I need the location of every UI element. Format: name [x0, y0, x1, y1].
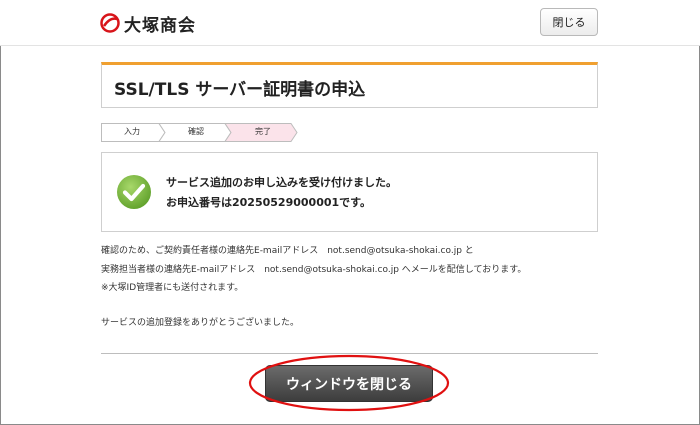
- completion-line-1: サービス追加のお申し込みを受け付けました。: [166, 176, 397, 189]
- info-line-2: 実務担当者様の連絡先E-mailアドレス not.send@otsuka-sho…: [101, 265, 527, 275]
- company-logo: 大塚商会: [100, 11, 196, 36]
- step-label-complete: 完了: [255, 127, 271, 136]
- page-header: 大塚商会 閉じる: [0, 0, 700, 46]
- info-line-3: ※大塚ID管理者にも送付されます。: [101, 283, 244, 293]
- completion-message-box: サービス追加のお申し込みを受け付けました。 お申込番号は202505290000…: [101, 152, 598, 232]
- info-line-4: サービスの追加登録をありがとうございました。: [101, 318, 300, 328]
- otsuka-logo-icon: [100, 13, 120, 33]
- progress-steps: 入力 確認 完了: [101, 123, 301, 142]
- step-label-input: 入力: [124, 127, 140, 136]
- page-title: SSL/TLS サーバー証明書の申込: [114, 80, 366, 100]
- info-line-1: 確認のため、ご契約責任者様の連絡先E-mailアドレス not.send@ots…: [101, 246, 474, 256]
- logo-text: 大塚商会: [124, 15, 196, 36]
- completion-line-2: お申込番号は20250529000001です。: [166, 196, 372, 209]
- step-label-confirm: 確認: [188, 127, 204, 136]
- divider: [101, 353, 598, 354]
- page-title-box: SSL/TLS サーバー証明書の申込: [101, 62, 598, 108]
- check-icon: [117, 175, 151, 209]
- close-window-button[interactable]: ウィンドウを閉じる: [265, 365, 433, 402]
- close-button[interactable]: 閉じる: [540, 8, 598, 36]
